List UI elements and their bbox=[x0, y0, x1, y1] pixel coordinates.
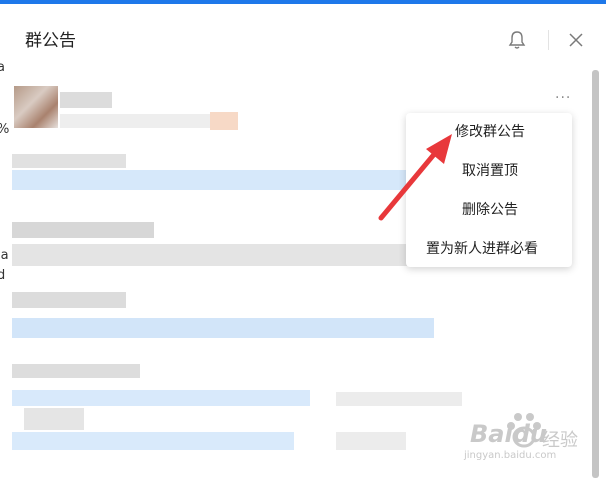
announcement-line-blur bbox=[12, 222, 154, 238]
announcement-line-blur bbox=[12, 244, 408, 266]
edge-text: a bbox=[0, 60, 5, 75]
announcement-line-blur bbox=[336, 432, 406, 450]
background-window-edge: a % la d bbox=[0, 60, 10, 478]
announcement-link-blur bbox=[12, 390, 310, 406]
watermark-brand: Baidu bbox=[470, 420, 547, 448]
menu-item-edit-announcement[interactable]: 修改群公告 bbox=[406, 113, 572, 152]
poster-name-blur bbox=[60, 92, 112, 108]
watermark-brand-cn: 经验 bbox=[542, 430, 578, 451]
menu-item-unpin[interactable]: 取消置顶 bbox=[406, 152, 572, 191]
close-icon[interactable] bbox=[567, 31, 585, 49]
more-horizontal-icon[interactable]: ··· bbox=[555, 90, 571, 106]
announcement-line-blur bbox=[12, 364, 140, 378]
watermark-url: jingyan.baidu.com bbox=[464, 450, 557, 461]
avatar bbox=[14, 86, 58, 128]
announcement-link-blur bbox=[12, 170, 408, 190]
edge-text: d bbox=[0, 268, 6, 283]
dialog-title: 群公告 bbox=[25, 31, 76, 51]
edge-text: % bbox=[0, 122, 9, 137]
announcement-line-blur bbox=[24, 408, 84, 430]
menu-item-delete-announcement[interactable]: 删除公告 bbox=[406, 191, 572, 230]
dialog-header: 群公告 bbox=[0, 4, 606, 62]
edge-text: la bbox=[0, 248, 9, 263]
context-menu: 修改群公告 取消置顶 删除公告 置为新人进群必看 bbox=[406, 113, 572, 267]
header-divider bbox=[548, 30, 549, 50]
menu-item-newcomer-must-read[interactable]: 置为新人进群必看 bbox=[426, 230, 572, 267]
poster-tag-blur bbox=[210, 112, 238, 130]
bell-icon[interactable] bbox=[508, 30, 526, 50]
announcement-line-blur bbox=[12, 292, 126, 308]
announcement-line-blur bbox=[336, 392, 462, 406]
baidu-jingyan-watermark: Baidu 经验 jingyan.baidu.com bbox=[462, 410, 602, 470]
announcement-link-blur bbox=[12, 318, 434, 338]
poster-meta-blur bbox=[60, 114, 210, 128]
announcement-link-blur bbox=[12, 432, 294, 450]
announcement-line-blur bbox=[12, 154, 126, 168]
